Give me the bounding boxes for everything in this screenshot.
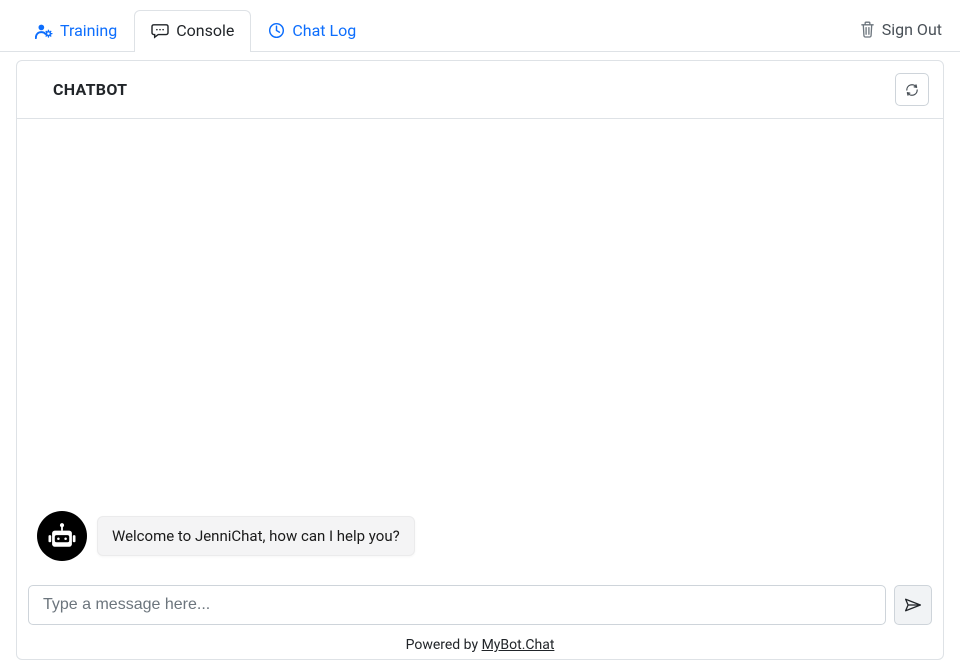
tab-chatlog-label: Chat Log xyxy=(292,21,356,40)
signout-label: Sign Out xyxy=(882,20,942,39)
signout-button[interactable]: Sign Out xyxy=(860,20,942,51)
tab-console-label: Console xyxy=(176,21,234,40)
send-button[interactable] xyxy=(894,585,932,625)
bot-message-row: Welcome to JenniChat, how can I help you… xyxy=(37,511,415,561)
top-nav: Training Console Chat Log Sign Out xyxy=(0,0,960,52)
footer-prefix: Powered by xyxy=(406,637,482,653)
trash-icon xyxy=(860,21,875,38)
user-gear-icon xyxy=(35,23,53,39)
panel-header: CHATBOT xyxy=(17,61,943,119)
footer-link[interactable]: MyBot.Chat xyxy=(482,637,555,653)
refresh-button[interactable] xyxy=(895,73,929,106)
send-icon xyxy=(904,597,922,613)
tab-list: Training Console Chat Log xyxy=(18,0,373,51)
input-row xyxy=(17,577,943,633)
panel-title: CHATBOT xyxy=(53,80,127,99)
chat-panel: CHATBOT Wel xyxy=(16,60,944,660)
tab-chatlog[interactable]: Chat Log xyxy=(251,10,373,52)
message-input[interactable] xyxy=(28,585,886,625)
bot-avatar xyxy=(37,511,87,561)
clock-icon xyxy=(268,22,285,39)
robot-icon xyxy=(44,518,80,554)
bot-message-bubble: Welcome to JenniChat, how can I help you… xyxy=(97,516,415,556)
chat-messages-area: Welcome to JenniChat, how can I help you… xyxy=(17,119,943,577)
tab-console[interactable]: Console xyxy=(134,10,251,52)
footer: Powered by MyBot.Chat xyxy=(17,633,943,659)
chat-icon xyxy=(151,23,169,39)
tab-training[interactable]: Training xyxy=(18,10,134,52)
tab-training-label: Training xyxy=(60,21,117,40)
sync-icon xyxy=(904,82,920,98)
